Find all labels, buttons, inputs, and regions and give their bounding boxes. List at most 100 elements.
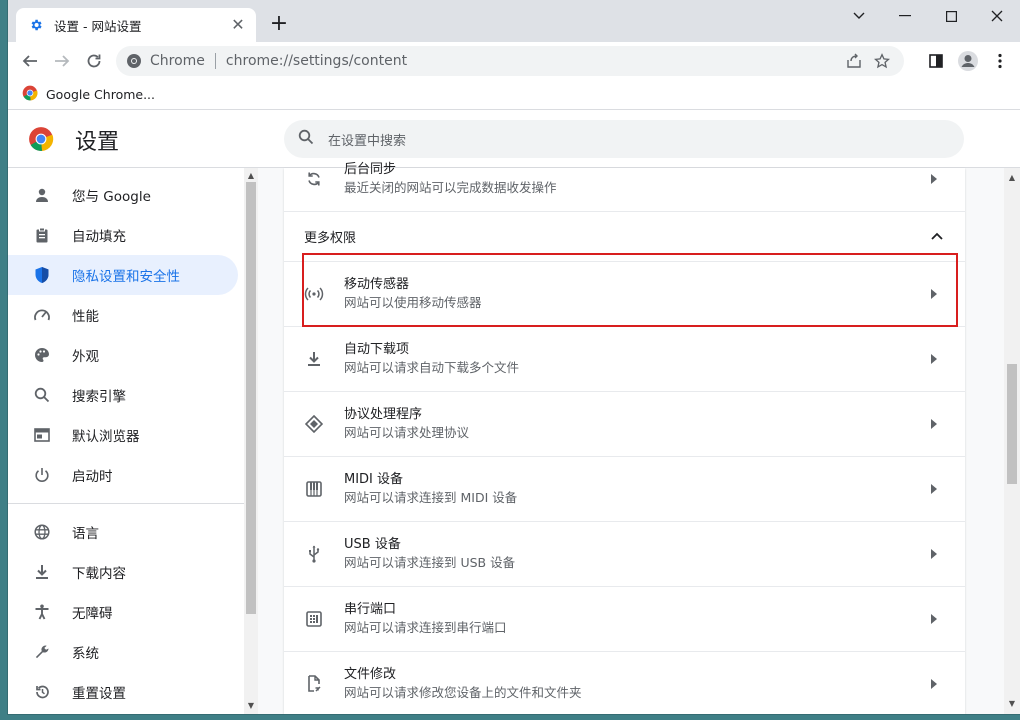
chrome-icon bbox=[127, 54, 141, 68]
list-item-midi-devices[interactable]: MIDI 设备 网站可以请求连接到 MIDI 设备 bbox=[284, 456, 965, 521]
chrome-logo-icon bbox=[22, 85, 38, 104]
wrench-icon bbox=[32, 642, 52, 662]
browser-window-icon bbox=[32, 425, 52, 445]
sidebar-scroll-thumb[interactable] bbox=[246, 182, 256, 614]
sidebar-item-you-and-google[interactable]: 您与 Google bbox=[8, 175, 238, 215]
maximize-icon[interactable] bbox=[928, 0, 974, 32]
sidebar-item-downloads[interactable]: 下载内容 bbox=[8, 552, 238, 592]
site-settings-card: 后台同步 最近关闭的网站可以完成数据收发操作 更多权限 移动传感器 网站可以使用… bbox=[284, 162, 965, 714]
forward-arrow-icon bbox=[55, 55, 70, 67]
sidebar-item-label: 搜索引擎 bbox=[72, 389, 126, 405]
row-title: 文件修改 bbox=[344, 667, 397, 682]
browser-window: 设置 - 网站设置 ✕ + Chrome chrome://settings/c… bbox=[8, 0, 1020, 714]
list-item-file-editing[interactable]: 文件修改 网站可以请求修改您设备上的文件和文件夹 bbox=[284, 651, 965, 714]
side-panel-icon[interactable] bbox=[920, 45, 952, 77]
list-item-automatic-downloads[interactable]: 自动下载项 网站可以请求自动下载多个文件 bbox=[284, 326, 965, 391]
window-controls bbox=[836, 0, 1020, 32]
minimize-icon[interactable] bbox=[882, 0, 928, 32]
reload-icon bbox=[87, 54, 101, 68]
close-tab-icon[interactable]: ✕ bbox=[230, 17, 246, 33]
serial-port-icon bbox=[304, 609, 324, 629]
scroll-down-arrow-icon[interactable]: ▼ bbox=[1004, 698, 1020, 710]
list-item-protocol-handlers[interactable]: 协议处理程序 网站可以请求处理协议 bbox=[284, 391, 965, 456]
bookmark-item[interactable]: Google Chrome... bbox=[22, 85, 155, 104]
main-scroll-thumb[interactable] bbox=[1007, 364, 1017, 484]
reload-button[interactable] bbox=[78, 45, 110, 77]
chevron-up-icon[interactable] bbox=[931, 229, 943, 244]
site-name: Chrome bbox=[150, 53, 205, 69]
scroll-down-arrow-icon[interactable]: ▼ bbox=[244, 700, 258, 712]
back-button[interactable] bbox=[14, 45, 46, 77]
row-title: 自动下载项 bbox=[344, 342, 410, 357]
sidebar-item-accessibility[interactable]: 无障碍 bbox=[8, 592, 238, 632]
bookmark-star-icon[interactable] bbox=[868, 47, 896, 75]
tab-title: 设置 - 网站设置 bbox=[54, 18, 142, 34]
chevron-right-icon bbox=[927, 173, 941, 184]
chevron-right-icon bbox=[927, 354, 941, 364]
row-subtitle: 最近关闭的网站可以完成数据收发操作 bbox=[344, 179, 557, 195]
chevron-right-icon bbox=[927, 484, 941, 494]
sidebar-item-label: 性能 bbox=[72, 309, 99, 325]
sidebar-item-on-startup[interactable]: 启动时 bbox=[8, 455, 238, 495]
sidebar-scrollbar[interactable]: ▲ ▼ bbox=[244, 168, 258, 714]
sidebar-item-languages[interactable]: 语言 bbox=[8, 512, 238, 552]
sidebar-item-label: 外观 bbox=[72, 349, 99, 365]
sidebar-item-default-browser[interactable]: 默认浏览器 bbox=[8, 415, 238, 455]
bookmarks-bar: Google Chrome... bbox=[8, 80, 1020, 110]
sidebar-item-label: 重置设置 bbox=[72, 686, 126, 702]
address-bar[interactable]: Chrome chrome://settings/content bbox=[116, 46, 904, 76]
sidebar-item-appearance[interactable]: 外观 bbox=[8, 335, 238, 375]
row-title: 移动传感器 bbox=[344, 277, 410, 292]
forward-button[interactable] bbox=[46, 45, 78, 77]
sidebar-item-performance[interactable]: 性能 bbox=[8, 295, 238, 335]
tab-settings[interactable]: 设置 - 网站设置 ✕ bbox=[16, 8, 256, 42]
sync-icon bbox=[304, 169, 324, 189]
url-text[interactable]: chrome://settings/content bbox=[226, 53, 840, 69]
list-item-motion-sensors[interactable]: 移动传感器 网站可以使用移动传感器 bbox=[284, 261, 965, 326]
toolbar-right bbox=[920, 45, 1016, 77]
sidebar-item-label: 语言 bbox=[72, 526, 99, 542]
download-icon bbox=[304, 349, 324, 369]
accessibility-icon bbox=[32, 602, 52, 622]
site-chip[interactable]: Chrome bbox=[126, 53, 205, 69]
sidebar-item-reset[interactable]: 重置设置 bbox=[8, 672, 238, 712]
section-title: 更多权限 bbox=[304, 231, 357, 246]
row-subtitle: 网站可以请求修改您设备上的文件和文件夹 bbox=[344, 685, 582, 700]
list-item-serial-ports[interactable]: 串行端口 网站可以请求连接到串行端口 bbox=[284, 586, 965, 651]
profile-avatar-icon[interactable] bbox=[952, 45, 984, 77]
main-scrollbar[interactable]: ▲ ▼ bbox=[1004, 168, 1020, 714]
sidebar-item-label: 下载内容 bbox=[72, 566, 126, 582]
row-subtitle: 网站可以请求连接到 USB 设备 bbox=[344, 555, 516, 570]
section-more-permissions[interactable]: 更多权限 bbox=[284, 211, 965, 261]
sidebar-item-label: 隐私设置和安全性 bbox=[72, 269, 180, 285]
chevron-right-icon bbox=[927, 289, 941, 299]
sidebar: 您与 Google 自动填充 隐私设置和安全性 性能 外观 搜索引擎 默认浏览器… bbox=[8, 168, 244, 714]
tab-search-icon[interactable] bbox=[836, 0, 882, 32]
chrome-logo-icon bbox=[28, 126, 54, 156]
scroll-up-arrow-icon[interactable]: ▲ bbox=[244, 170, 258, 182]
row-title: 后台同步 bbox=[344, 161, 397, 177]
sidebar-divider bbox=[8, 503, 244, 504]
reset-icon bbox=[32, 682, 52, 702]
sidebar-item-label: 默认浏览器 bbox=[72, 429, 140, 445]
sidebar-item-privacy-security[interactable]: 隐私设置和安全性 bbox=[8, 255, 238, 295]
sidebar-item-system[interactable]: 系统 bbox=[8, 632, 238, 672]
palette-icon bbox=[32, 345, 52, 365]
menu-kebab-icon[interactable] bbox=[984, 45, 1016, 77]
sidebar-item-label: 无障碍 bbox=[72, 606, 113, 622]
sidebar-item-autofill[interactable]: 自动填充 bbox=[8, 215, 238, 255]
row-title: 串行端口 bbox=[344, 602, 397, 617]
shield-icon bbox=[32, 265, 52, 285]
search-icon bbox=[32, 385, 52, 405]
new-tab-button[interactable]: + bbox=[266, 12, 292, 38]
person-icon bbox=[32, 185, 52, 205]
close-window-icon[interactable] bbox=[974, 0, 1020, 32]
sidebar-item-search-engine[interactable]: 搜索引擎 bbox=[8, 375, 238, 415]
share-icon[interactable] bbox=[840, 47, 868, 75]
list-item-usb-devices[interactable]: USB 设备 网站可以请求连接到 USB 设备 bbox=[284, 521, 965, 586]
scroll-up-arrow-icon[interactable]: ▲ bbox=[1004, 172, 1020, 184]
file-edit-icon bbox=[304, 674, 324, 694]
bookmark-label: Google Chrome... bbox=[46, 87, 156, 102]
list-item-background-sync[interactable]: 后台同步 最近关闭的网站可以完成数据收发操作 bbox=[284, 146, 965, 211]
gear-icon bbox=[28, 17, 44, 33]
